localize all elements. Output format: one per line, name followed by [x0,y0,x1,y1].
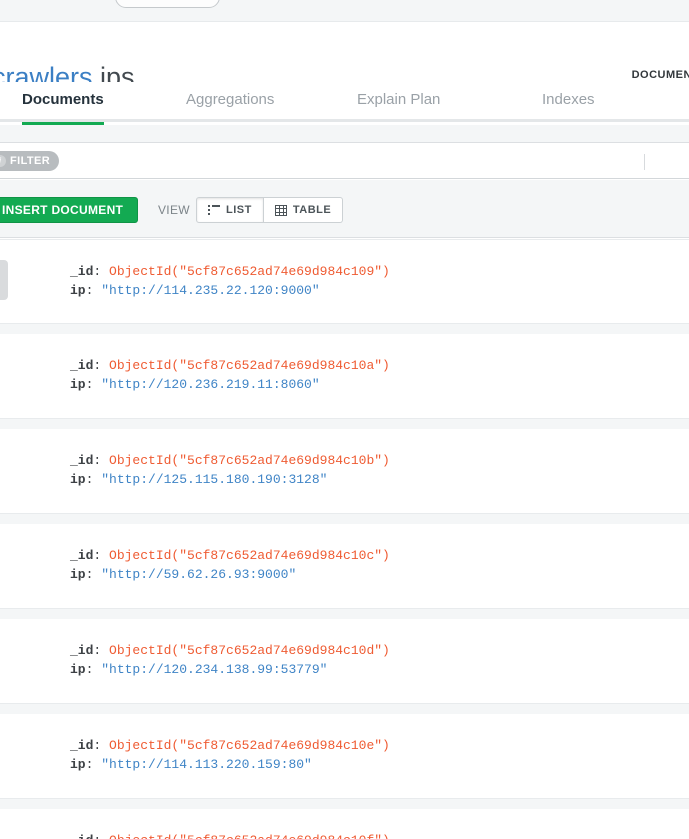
field-value: ObjectId("5cf87c652ad74e69d984c10e") [109,738,390,753]
document-card[interactable]: _id: ObjectId("5cf87c652ad74e69d984c10e"… [0,714,689,799]
document-fields: _id: ObjectId("5cf87c652ad74e69d984c10d"… [70,641,390,679]
field-value: ObjectId("5cf87c652ad74e69d984c109") [109,264,390,279]
document-card[interactable]: _id: ObjectId("5cf87c652ad74e69d984c10c"… [0,524,689,609]
field-colon: : [85,283,102,298]
document-fields: _id: ObjectId("5cf87c652ad74e69d984c10e"… [70,736,390,774]
field-value: "http://120.236.219.11:8060" [101,377,320,392]
field-colon: : [85,472,102,487]
field-value: "http://120.234.138.99:53779" [101,662,328,677]
document-list[interactable]: _id: ObjectId("5cf87c652ad74e69d984c109"… [0,239,689,839]
document-field-ip: ip: "http://120.234.138.99:53779" [70,660,390,679]
document-fields: _id: ObjectId("5cf87c652ad74e69d984c109"… [70,262,390,300]
field-key: ip [70,662,86,677]
mongodb-compass-window: STANDALONE crawlers.ips DOCUMENTS Docume… [0,0,689,839]
field-colon: : [85,567,102,582]
field-colon: : [85,377,102,392]
top-status-strip: STANDALONE [0,0,689,22]
field-value: "http://114.113.220.159:80" [101,757,312,772]
document-field-id: _id: ObjectId("5cf87c652ad74e69d984c10c"… [70,546,390,565]
field-colon: : [93,453,110,468]
field-value: ObjectId("5cf87c652ad74e69d984c10f") [109,833,390,839]
document-fields: _id: ObjectId("5cf87c652ad74e69d984c10c"… [70,546,390,584]
filter-badge-label: FILTER [10,155,51,167]
field-key: ip [70,757,86,772]
field-value: "http://125.115.180.190:3128" [101,472,328,487]
document-fields: _id: ObjectId("5cf87c652ad74e69d984c10b"… [70,451,390,489]
field-key: _id [70,833,93,839]
field-key: ip [70,377,86,392]
field-value: ObjectId("5cf87c652ad74e69d984c10a") [109,358,390,373]
field-colon: : [85,757,102,772]
table-icon [274,204,287,216]
field-key: _id [70,548,94,563]
document-field-id: _id: ObjectId("5cf87c652ad74e69d984c10a"… [70,356,390,375]
field-colon: : [93,643,110,658]
field-key: ip [70,283,86,298]
document-card[interactable]: _id: ObjectId("5cf87c652ad74e69d984c109"… [0,239,689,324]
field-colon: : [93,358,110,373]
document-field-id: _id: ObjectId("5cf87c652ad74e69d984c109"… [70,262,390,281]
query-bar: i FILTER [0,143,689,179]
list-icon [208,205,220,215]
field-key: _id [70,738,94,753]
document-toolbar: INSERT DOCUMENT VIEW LIST TABLE [0,194,689,238]
filter-band [0,125,689,143]
field-key: ip [70,567,86,582]
document-actions-handle[interactable] [0,260,8,300]
topology-badge: STANDALONE [115,0,220,8]
documents-count-label: DOCUMENTS [631,69,689,81]
view-list-button[interactable]: LIST [196,197,264,223]
tab-documents[interactable]: Documents [22,82,104,125]
document-fields: _id: ObjectId("5cf87c652ad74e69d984c10f"… [70,831,390,839]
field-key: _id [70,643,94,658]
document-field-id: _id: ObjectId("5cf87c652ad74e69d984c10f"… [70,831,390,839]
document-field-ip: ip: "http://125.115.180.190:3128" [70,470,390,489]
field-colon: : [93,738,110,753]
document-card[interactable]: _id: ObjectId("5cf87c652ad74e69d984c10f"… [0,809,689,839]
document-field-ip: ip: "http://114.235.22.120:9000" [70,281,390,300]
field-value: ObjectId("5cf87c652ad74e69d984c10d") [109,643,390,658]
document-field-id: _id: ObjectId("5cf87c652ad74e69d984c10e"… [70,736,390,755]
view-table-button[interactable]: TABLE [263,197,344,223]
field-key: _id [70,358,94,373]
document-field-ip: ip: "http://120.236.219.11:8060" [70,375,390,394]
document-card[interactable]: _id: ObjectId("5cf87c652ad74e69d984c10b"… [0,429,689,514]
field-key: ip [70,472,86,487]
document-card[interactable]: _id: ObjectId("5cf87c652ad74e69d984c10a"… [0,334,689,419]
tab-explain-plan[interactable]: Explain Plan [357,82,440,122]
document-field-id: _id: ObjectId("5cf87c652ad74e69d984c10d"… [70,641,390,660]
view-toggle-group: LIST TABLE [196,197,344,223]
document-card[interactable]: _id: ObjectId("5cf87c652ad74e69d984c10d"… [0,619,689,704]
field-value: ObjectId("5cf87c652ad74e69d984c10c") [109,548,390,563]
filter-input[interactable] [80,151,634,171]
toolbar-band [0,180,689,194]
document-field-id: _id: ObjectId("5cf87c652ad74e69d984c10b"… [70,451,390,470]
field-value: ObjectId("5cf87c652ad74e69d984c10b") [109,453,390,468]
info-icon: i [0,155,6,167]
field-key: _id [70,264,94,279]
field-key: _id [70,453,94,468]
tab-aggregations[interactable]: Aggregations [186,82,274,122]
field-colon: : [93,548,110,563]
document-fields: _id: ObjectId("5cf87c652ad74e69d984c10a"… [70,356,390,394]
filter-badge[interactable]: i FILTER [0,151,60,171]
field-value: "http://114.235.22.120:9000" [101,283,320,298]
view-label: VIEW [158,203,190,217]
field-colon: : [85,662,102,677]
view-list-label: LIST [226,204,252,216]
tab-indexes[interactable]: Indexes [542,82,595,122]
field-colon: : [93,264,110,279]
query-bar-divider [644,154,645,170]
field-colon: : [93,833,109,839]
view-table-label: TABLE [292,204,332,216]
field-value: "http://59.62.26.93:9000" [101,567,297,582]
document-field-ip: ip: "http://114.113.220.159:80" [70,755,390,774]
document-field-ip: ip: "http://59.62.26.93:9000" [70,565,390,584]
collection-header: crawlers.ips DOCUMENTS [0,22,689,92]
insert-document-button[interactable]: INSERT DOCUMENT [0,197,139,223]
collection-tab-bar: Documents Aggregations Explain Plan Inde… [0,82,689,125]
